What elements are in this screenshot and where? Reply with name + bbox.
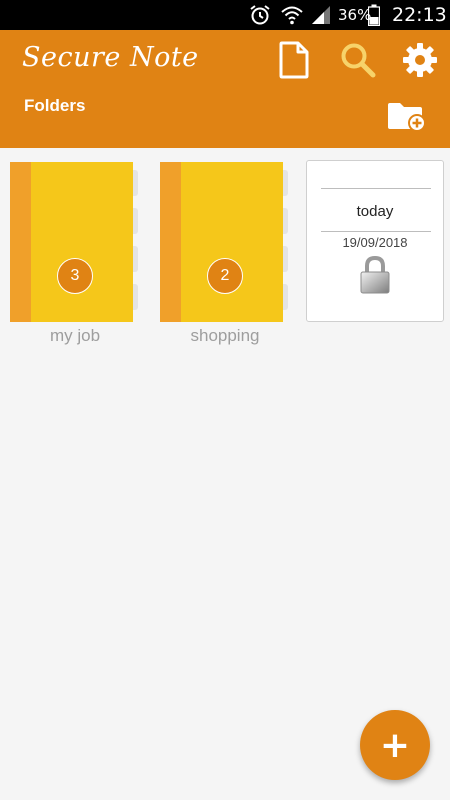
add-folder-icon xyxy=(386,99,428,138)
alarm-icon xyxy=(248,0,272,30)
note-date: 19/09/2018 xyxy=(342,235,408,250)
wifi-icon xyxy=(280,0,304,30)
note-count-badge: 2 xyxy=(207,258,243,294)
clock-time: 22:13 xyxy=(392,4,447,26)
battery-percent: 36% xyxy=(338,6,372,24)
folder-notebook-icon: 2 xyxy=(160,162,288,322)
folder-label: my job xyxy=(49,326,101,345)
add-note-fab[interactable]: + xyxy=(360,710,430,780)
settings-button[interactable] xyxy=(398,40,442,84)
app-title: Secure Note xyxy=(22,42,199,73)
status-bar: 36% 22:13 xyxy=(0,0,450,30)
folder-notebook-icon: 3 xyxy=(10,162,138,322)
section-title: Folders xyxy=(24,96,86,115)
note-card[interactable]: today 19/09/2018 xyxy=(306,160,444,322)
new-note-button[interactable] xyxy=(274,40,314,84)
add-folder-button[interactable] xyxy=(384,98,430,138)
new-note-icon xyxy=(279,41,309,84)
lock-icon xyxy=(359,255,391,295)
battery-icon xyxy=(368,0,380,30)
search-button[interactable] xyxy=(336,40,380,84)
note-count-badge: 3 xyxy=(57,258,93,294)
settings-icon xyxy=(402,42,438,83)
search-icon xyxy=(340,42,376,83)
note-title: today xyxy=(356,203,394,220)
folder-label: shopping xyxy=(190,326,260,345)
app-bar: Secure Note Folders xyxy=(0,30,450,148)
signal-icon xyxy=(310,0,332,30)
